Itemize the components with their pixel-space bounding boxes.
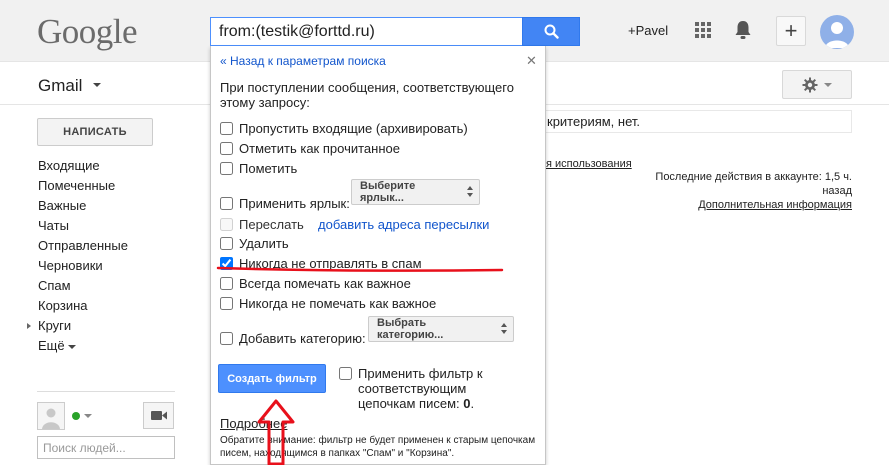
sidebar-item-spam[interactable]: Спам (0, 276, 200, 296)
share-plus-button[interactable]: + (776, 16, 806, 46)
option-label: Применить фильтр к соответствующим цепоч… (358, 366, 483, 411)
option-always-important[interactable]: Всегда помечать как важное (220, 274, 411, 292)
chevron-down-icon[interactable] (84, 414, 92, 418)
option-apply-label[interactable]: Применить ярлык: (220, 194, 350, 212)
search-icon (544, 24, 559, 39)
chevron-down-icon (824, 82, 832, 87)
option-label: Всегда помечать как важное (239, 275, 411, 291)
close-icon[interactable]: ✕ (526, 53, 537, 69)
person-icon (42, 408, 60, 429)
sidebar-item-label: Ещё (38, 338, 65, 353)
info-message: критериям, нет. (546, 110, 852, 133)
option-mark-read[interactable]: Отметить как прочитанное (220, 139, 400, 157)
compose-button[interactable]: НАПИСАТЬ (37, 118, 153, 146)
video-camera-icon (150, 411, 167, 420)
search-box[interactable] (210, 17, 522, 46)
sidebar-item-starred[interactable]: Помеченные (0, 176, 200, 196)
label-select-value: Выберите ярлык... (360, 180, 416, 204)
option-label: Пометить (239, 160, 298, 176)
apply-label-checkbox[interactable] (220, 196, 233, 210)
option-star[interactable]: Пометить (220, 159, 297, 177)
option-skip-inbox[interactable]: Пропустить входящие (архивировать) (220, 119, 468, 137)
never-important-checkbox[interactable] (220, 296, 233, 310)
person-icon (825, 22, 849, 48)
annotation-arrow-icon (257, 399, 295, 465)
select-arrows-icon (467, 186, 474, 198)
category-checkbox[interactable] (220, 331, 233, 345)
sidebar-item-drafts[interactable]: Черновики (0, 256, 200, 276)
activity-details-link[interactable]: Дополнительная информация (698, 199, 852, 211)
apply-to-existing-checkbox[interactable] (339, 367, 352, 380)
option-label: Удалить (239, 235, 289, 251)
account-activity: Последние действия в аккаунте: 1,5 ч. на… (640, 170, 852, 212)
search-button[interactable] (522, 17, 580, 46)
account-avatar[interactable] (820, 15, 854, 49)
divider (37, 391, 175, 392)
select-arrows-icon (501, 323, 508, 335)
category-select[interactable]: Выбрать категорию... (368, 316, 514, 342)
online-status-icon[interactable] (72, 412, 80, 420)
sidebar-item-circles[interactable]: Круги (0, 316, 200, 336)
search-input[interactable] (211, 18, 522, 45)
option-label: Никогда не помечать как важное (239, 295, 437, 311)
option-never-important[interactable]: Никогда не помечать как важное (220, 294, 436, 312)
expand-triangle-icon[interactable] (27, 323, 31, 329)
activity-text: Последние действия в аккаунте: 1,5 ч. (655, 171, 852, 183)
filter-heading: При поступлении сообщения, соответствующ… (220, 80, 514, 110)
create-filter-button[interactable]: Создать фильтр (218, 364, 326, 393)
always-important-checkbox[interactable] (220, 276, 233, 290)
option-category[interactable]: Добавить категорию: (220, 329, 366, 347)
sidebar-item-inbox[interactable]: Входящие (0, 156, 200, 176)
sidebar-item-sent[interactable]: Отправленные (0, 236, 200, 256)
google-logo[interactable]: Google (37, 12, 138, 52)
back-to-search-link[interactable]: « Назад к параметрам поиска (220, 54, 386, 68)
sidebar-item-more[interactable]: Ещё (0, 336, 200, 356)
option-label: Добавить категорию: (239, 330, 366, 346)
gmail-menu-label[interactable]: Gmail (38, 76, 82, 96)
option-label: Пропустить входящие (архивировать) (239, 120, 468, 136)
chevron-down-icon (67, 344, 76, 349)
terms-link[interactable]: я использования (546, 158, 632, 170)
chevron-down-icon[interactable] (93, 83, 101, 87)
category-select-value: Выбрать категорию... (377, 317, 444, 341)
gear-icon (802, 77, 818, 92)
delete-checkbox[interactable] (220, 236, 233, 250)
label-select[interactable]: Выберите ярлык... (351, 179, 480, 205)
forward-checkbox[interactable] (220, 217, 233, 231)
star-checkbox[interactable] (220, 161, 233, 175)
activity-text: назад (822, 185, 852, 197)
apps-grid-icon[interactable] (695, 22, 711, 38)
annotation-underline (216, 266, 504, 272)
add-forwarding-address-link[interactable]: добавить адреса пересылки (318, 217, 489, 232)
option-forward[interactable]: Переслать (220, 215, 304, 233)
option-label: Отметить как прочитанное (239, 140, 400, 156)
option-delete[interactable]: Удалить (220, 234, 289, 252)
settings-button[interactable] (782, 70, 852, 99)
option-apply-to-existing[interactable]: Применить фильтр к соответствующим цепоч… (339, 366, 519, 411)
mark-read-checkbox[interactable] (220, 141, 233, 155)
skip-inbox-checkbox[interactable] (220, 121, 233, 135)
sidebar-item-trash[interactable]: Корзина (0, 296, 200, 316)
sidebar-item-important[interactable]: Важные (0, 196, 200, 216)
sidebar-item-chats[interactable]: Чаты (0, 216, 200, 236)
people-search-input[interactable] (37, 436, 175, 459)
option-label: Применить ярлык: (239, 195, 350, 211)
option-label: Переслать (239, 216, 304, 232)
video-call-button[interactable] (143, 402, 174, 429)
sidebar-nav: Входящие Помеченные Важные Чаты Отправле… (0, 156, 200, 356)
chat-avatar[interactable] (37, 402, 65, 430)
notifications-bell-icon[interactable] (733, 19, 753, 41)
user-name-link[interactable]: +Pavel (628, 23, 668, 38)
sidebar-item-label: Круги (38, 318, 72, 333)
